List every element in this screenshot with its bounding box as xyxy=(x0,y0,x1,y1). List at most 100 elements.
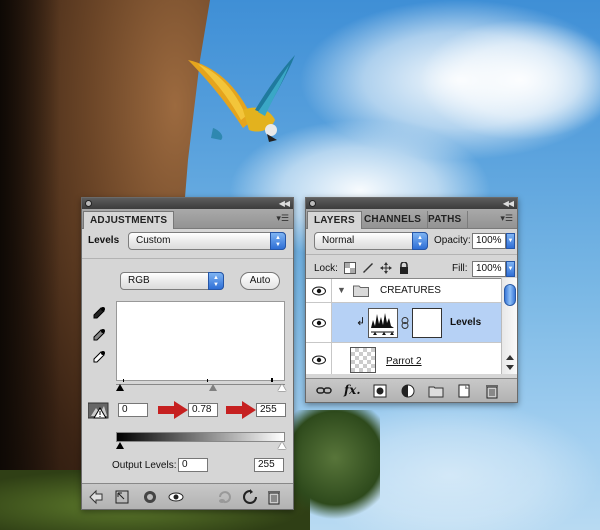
layer-pixel-thumbnail xyxy=(350,347,376,373)
lock-position-move-icon[interactable] xyxy=(380,262,392,274)
output-white-slider[interactable] xyxy=(278,442,286,449)
clipping-arrow-icon: ↲ xyxy=(356,316,366,328)
divider xyxy=(82,258,293,259)
close-icon[interactable] xyxy=(309,200,316,207)
folder-icon xyxy=(353,285,369,297)
histogram-plot xyxy=(123,378,273,382)
auto-button[interactable]: Auto xyxy=(240,272,280,290)
eye-cell[interactable] xyxy=(306,279,332,302)
new-layer-icon[interactable] xyxy=(456,383,472,399)
new-group-folder-icon[interactable] xyxy=(428,383,444,399)
input-slider-track[interactable] xyxy=(116,384,285,385)
previous-state-icon[interactable] xyxy=(216,489,232,505)
layer-name: Levels xyxy=(450,317,482,328)
input-black-field[interactable]: 0 xyxy=(118,403,148,417)
panel-menu-icon[interactable]: ▾☰ xyxy=(276,213,289,224)
black-point-eyedropper-icon[interactable] xyxy=(92,306,106,320)
lock-label: Lock: xyxy=(314,263,338,274)
input-midtone-field[interactable]: 0.78 xyxy=(188,403,218,417)
scrollbar-thumb[interactable] xyxy=(504,284,516,306)
lock-image-brush-icon[interactable] xyxy=(362,262,374,274)
collapse-icon[interactable]: ◀◀ xyxy=(279,199,290,208)
tab-channels[interactable]: CHANNELS xyxy=(358,211,429,229)
fill-field[interactable]: 100% xyxy=(472,261,506,277)
reset-icon[interactable] xyxy=(242,489,258,505)
back-arrow-icon[interactable] xyxy=(88,489,104,505)
visibility-eye-icon[interactable] xyxy=(168,489,184,505)
output-black-slider[interactable] xyxy=(116,442,124,449)
tab-layers[interactable]: LAYERS xyxy=(307,211,362,229)
panel-tabs: ADJUSTMENTS ▾☰ xyxy=(82,209,293,229)
fill-label: Fill: xyxy=(452,263,468,274)
layer-row-group[interactable]: ▼ CREATURES xyxy=(306,279,502,303)
preset-type-label: Levels xyxy=(88,235,120,246)
add-mask-icon[interactable] xyxy=(372,383,388,399)
clip-to-layer-icon[interactable] xyxy=(142,489,158,505)
output-levels-label: Output Levels: xyxy=(112,460,177,471)
levels-histogram xyxy=(116,301,285,382)
preset-select-value: Custom xyxy=(136,235,171,246)
layer-row-parrot[interactable]: Parrot 2 xyxy=(306,343,502,374)
tab-paths[interactable]: PATHS xyxy=(422,211,469,229)
white-point-eyedropper-icon[interactable] xyxy=(92,350,106,364)
layers-list: ▼ CREATURES ↲ Levels Parrot 2 xyxy=(306,278,502,374)
tree-shadow xyxy=(0,0,60,530)
trash-icon[interactable] xyxy=(266,489,282,505)
adjustments-panel: ◀◀ ADJUSTMENTS ▾☰ Levels Custom ▲ ▼ RGB ▲… xyxy=(81,197,294,510)
mask-link-chain-icon[interactable] xyxy=(401,317,409,329)
output-white-field[interactable]: 255 xyxy=(254,458,284,472)
chevron-updown-icon: ▲ ▼ xyxy=(412,232,428,250)
input-black-slider[interactable] xyxy=(116,384,124,391)
layer-name: CREATURES xyxy=(380,285,441,296)
input-white-slider[interactable] xyxy=(278,384,286,391)
input-white-field[interactable]: 255 xyxy=(256,403,286,417)
visibility-eye-icon[interactable] xyxy=(312,318,326,328)
input-midtone-slider[interactable] xyxy=(209,384,217,391)
scroll-down-arrow-icon[interactable] xyxy=(506,365,514,370)
close-icon[interactable] xyxy=(85,200,92,207)
red-arrow-annotation-icon xyxy=(158,401,188,419)
opacity-dropdown-icon[interactable]: ▼ xyxy=(506,233,515,249)
layer-style-fx-icon[interactable]: fx. xyxy=(344,383,361,397)
red-arrow-annotation-icon xyxy=(226,401,256,419)
layer-name: Parrot 2 xyxy=(386,356,422,367)
channel-select-value: RGB xyxy=(128,275,150,286)
eye-cell[interactable] xyxy=(306,303,332,342)
scroll-up-arrow-icon[interactable] xyxy=(506,355,514,360)
panel-menu-icon[interactable]: ▾☰ xyxy=(500,213,513,224)
parrot-image xyxy=(188,55,295,142)
fill-dropdown-icon[interactable]: ▼ xyxy=(506,261,515,277)
link-layers-icon[interactable] xyxy=(316,383,332,399)
divider xyxy=(306,254,517,255)
panel-tabs: LAYERS CHANNELS PATHS ▾☰ xyxy=(306,209,517,229)
levels-adjustment-thumbnail-icon xyxy=(368,308,398,338)
gray-point-eyedropper-icon[interactable] xyxy=(92,328,106,342)
visibility-eye-icon[interactable] xyxy=(312,286,326,296)
layer-row-levels[interactable]: ↲ Levels xyxy=(306,303,502,343)
opacity-field[interactable]: 100% xyxy=(472,233,506,249)
chevron-updown-icon: ▲ ▼ xyxy=(208,272,224,290)
layers-footer: fx. xyxy=(306,378,517,402)
layer-mask-thumbnail[interactable] xyxy=(412,308,442,338)
clipping-warning-icon[interactable] xyxy=(88,402,110,420)
delete-layer-trash-icon[interactable] xyxy=(484,383,500,399)
collapse-icon[interactable]: ◀◀ xyxy=(503,199,514,208)
panel-titlebar[interactable]: ◀◀ xyxy=(306,198,517,209)
layers-panel: ◀◀ LAYERS CHANNELS PATHS ▾☰ Normal ▲ ▼ Op… xyxy=(305,197,518,403)
tab-adjustments[interactable]: ADJUSTMENTS xyxy=(83,211,175,229)
new-adjustment-layer-icon[interactable] xyxy=(400,383,416,399)
disclosure-triangle-icon[interactable]: ▼ xyxy=(337,285,346,295)
lock-all-padlock-icon[interactable] xyxy=(398,262,410,274)
channel-select[interactable]: RGB ▲ ▼ xyxy=(120,272,224,290)
output-black-field[interactable]: 0 xyxy=(178,458,208,472)
eye-cell[interactable] xyxy=(306,343,332,374)
expand-view-icon[interactable] xyxy=(114,489,130,505)
visibility-eye-icon[interactable] xyxy=(312,355,326,365)
panel-titlebar[interactable]: ◀◀ xyxy=(82,198,293,209)
layers-scrollbar[interactable] xyxy=(501,278,517,374)
lock-transparent-icon[interactable] xyxy=(344,262,356,274)
blend-mode-select[interactable]: Normal ▲ ▼ xyxy=(314,232,428,250)
distant-tree xyxy=(290,410,380,530)
preset-select[interactable]: Custom ▲ ▼ xyxy=(128,232,286,250)
blend-mode-value: Normal xyxy=(322,235,355,246)
